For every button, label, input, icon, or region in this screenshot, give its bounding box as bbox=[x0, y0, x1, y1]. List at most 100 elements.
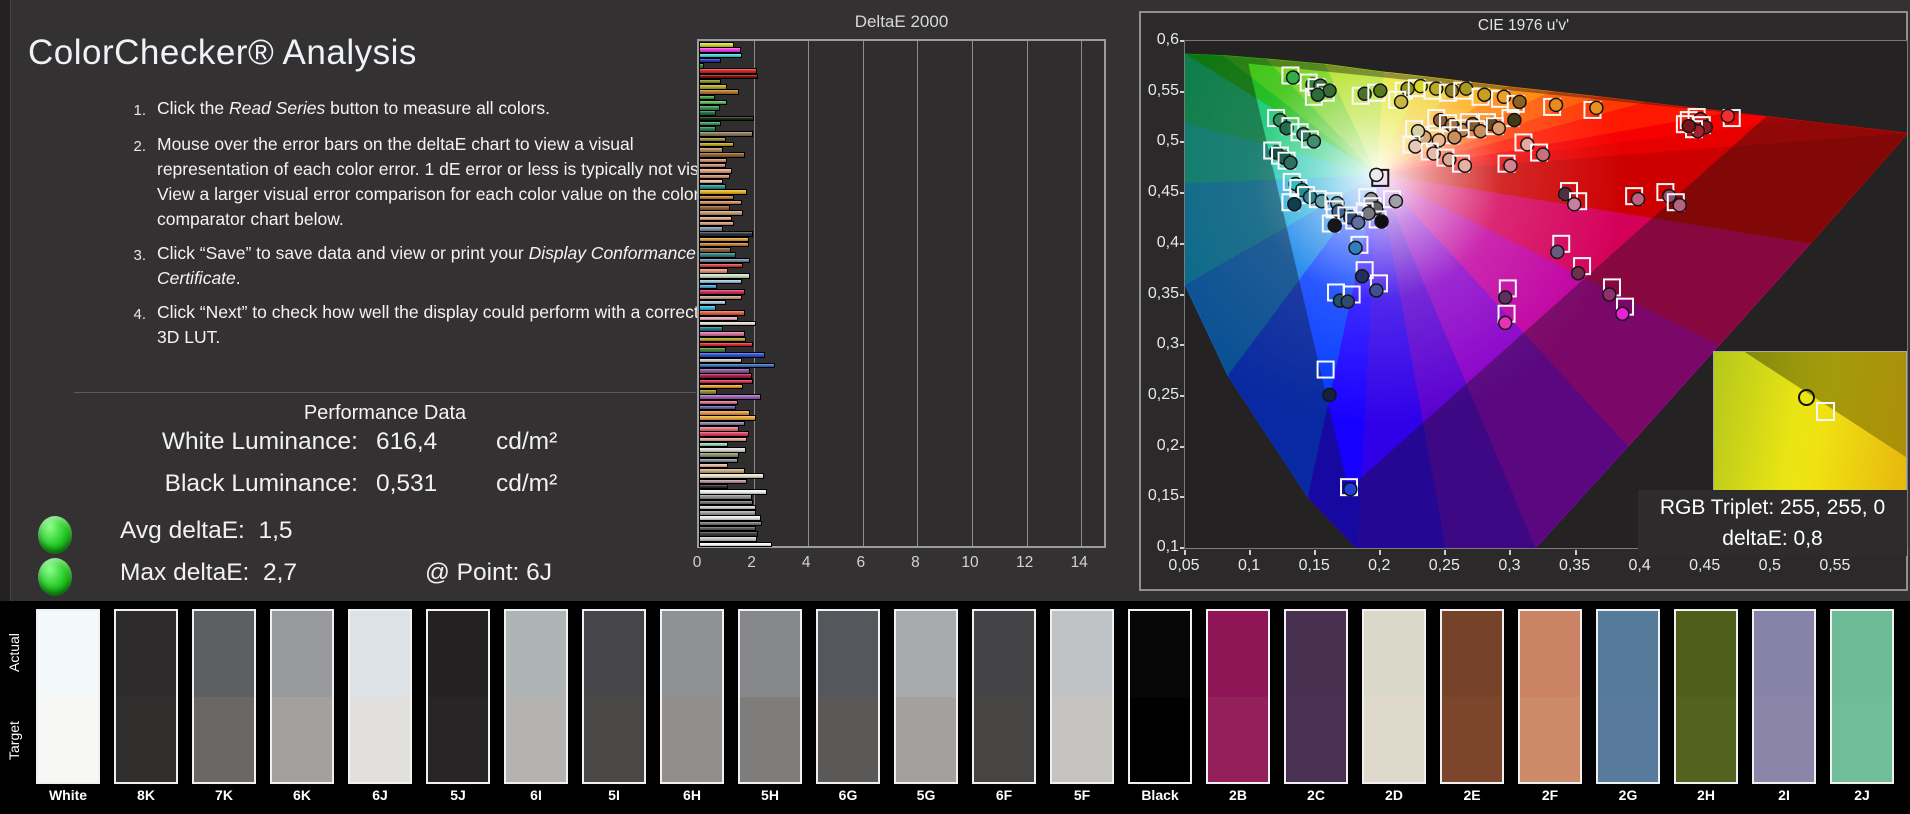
cie-y-tick-label: 0,55 bbox=[1141, 82, 1179, 100]
swatch-actual bbox=[1598, 611, 1658, 697]
comparator-swatch-2D[interactable] bbox=[1362, 609, 1426, 784]
cie-x-tick-label: 0,15 bbox=[1288, 557, 1340, 575]
comparator-swatch-2C[interactable] bbox=[1284, 609, 1348, 784]
measured-circle-marker bbox=[1568, 198, 1581, 211]
swatch-actual bbox=[428, 611, 488, 697]
comparator-swatch-5H[interactable] bbox=[738, 609, 802, 784]
cie-x-tick-mark bbox=[1509, 550, 1511, 555]
black-luminance-row: Black Luminance: 0,531 cd/m² bbox=[0, 470, 557, 498]
swatch-target bbox=[1676, 697, 1736, 783]
comparator-swatch-6I[interactable] bbox=[504, 609, 568, 784]
comparator-swatch-White[interactable] bbox=[36, 609, 100, 784]
measured-circle-marker bbox=[1460, 82, 1473, 95]
swatch-actual bbox=[1520, 611, 1580, 697]
cie-chart-panel: CIE 1976 u'v' 0,60,550,50,450,40,350,30,… bbox=[1139, 11, 1908, 591]
cie-y-tick-label: 0,5 bbox=[1141, 132, 1179, 150]
measured-circle-marker bbox=[1616, 307, 1629, 320]
measured-circle-marker bbox=[1374, 84, 1387, 97]
comparator-swatch-2B[interactable] bbox=[1206, 609, 1270, 784]
comparator-swatch-2F[interactable] bbox=[1518, 609, 1582, 784]
swatch-label: 7K bbox=[192, 787, 256, 803]
instruction-text: Click the Read Series button to measure … bbox=[157, 96, 550, 123]
deltae-x-tick-label: 14 bbox=[1064, 554, 1094, 572]
swatch-actual bbox=[1754, 611, 1814, 697]
swatch-label: 5G bbox=[894, 787, 958, 803]
comparator-swatch-Black[interactable] bbox=[1128, 609, 1192, 784]
cie-x-tick-label: 0,05 bbox=[1158, 557, 1210, 575]
gridline bbox=[863, 41, 864, 546]
white-luminance-value: 616,4 bbox=[358, 428, 496, 456]
measured-circle-marker bbox=[1287, 71, 1300, 84]
deltae-x-tick-label: 2 bbox=[737, 554, 767, 572]
instruction-number: 2. bbox=[126, 132, 146, 232]
comparator-swatch-7K[interactable] bbox=[192, 609, 256, 784]
measured-circle-marker bbox=[1375, 215, 1388, 228]
measured-circle-marker bbox=[1356, 270, 1369, 283]
cie-x-tick-label: 0,5 bbox=[1744, 557, 1796, 575]
comparator-swatch-5J[interactable] bbox=[426, 609, 490, 784]
comparator-swatch-2H[interactable] bbox=[1674, 609, 1738, 784]
measured-circle-marker bbox=[1572, 267, 1585, 280]
comparator-swatch-6J[interactable] bbox=[348, 609, 412, 784]
measured-circle-marker bbox=[1432, 134, 1445, 147]
swatch-actual bbox=[272, 611, 332, 697]
cie-y-tick-label: 0,15 bbox=[1141, 487, 1179, 505]
comparator-swatch-5I[interactable] bbox=[582, 609, 646, 784]
inset-gamut-shade bbox=[1714, 352, 1906, 494]
deltae-bar[interactable] bbox=[699, 542, 772, 548]
swatch-label: 5F bbox=[1050, 787, 1114, 803]
comparator-swatch-6G[interactable] bbox=[816, 609, 880, 784]
comparator-swatch-2G[interactable] bbox=[1596, 609, 1660, 784]
cie-x-tick-label: 0,45 bbox=[1679, 557, 1731, 575]
comparator-swatch-2E[interactable] bbox=[1440, 609, 1504, 784]
swatch-target bbox=[584, 697, 644, 783]
at-point-value: 6J bbox=[526, 559, 552, 586]
max-deltae-value: 2,7 bbox=[263, 559, 297, 586]
avg-deltae-label: Avg deltaE: bbox=[120, 517, 245, 544]
instruction-item-3: 3.Click “Save” to save data and view or … bbox=[126, 241, 740, 291]
swatch-target bbox=[818, 697, 878, 783]
tooltip-deltae: deltaE: 0,8 bbox=[1638, 523, 1907, 554]
swatch-target bbox=[38, 697, 98, 783]
cie-y-tick-label: 0,2 bbox=[1141, 437, 1179, 455]
swatch-label: 5H bbox=[738, 787, 802, 803]
deltae-chart-plot[interactable] bbox=[697, 39, 1106, 548]
measured-circle-marker bbox=[1682, 120, 1695, 133]
comparator-swatch-5F[interactable] bbox=[1050, 609, 1114, 784]
cie-y-tick-mark bbox=[1180, 446, 1184, 448]
cie-y-tick-label: 0,35 bbox=[1141, 285, 1179, 303]
avg-deltae-row: Avg deltaE: 1,5 bbox=[120, 517, 293, 545]
comparator-swatch-2J[interactable] bbox=[1830, 609, 1894, 784]
measured-circle-marker bbox=[1551, 245, 1564, 258]
measured-circle-marker bbox=[1344, 483, 1357, 496]
cie-x-tick-mark bbox=[1314, 550, 1316, 555]
cie-y-tick-label: 0,3 bbox=[1141, 335, 1179, 353]
comparator-swatch-2I[interactable] bbox=[1752, 609, 1816, 784]
cie-y-tick-label: 0,6 bbox=[1141, 31, 1179, 49]
measured-circle-marker bbox=[1492, 122, 1505, 135]
comparator-swatch-8K[interactable] bbox=[114, 609, 178, 784]
comparator-swatch-6F[interactable] bbox=[972, 609, 1036, 784]
swatch-label: 5J bbox=[426, 787, 490, 803]
cie-x-tick-label: 0,55 bbox=[1809, 557, 1861, 575]
measured-circle-marker bbox=[1323, 388, 1336, 401]
swatch-target bbox=[740, 697, 800, 783]
measured-circle-marker bbox=[1284, 156, 1297, 169]
swatch-label: 6G bbox=[816, 787, 880, 803]
swatch-label: 2B bbox=[1206, 787, 1270, 803]
measured-circle-marker bbox=[1590, 101, 1603, 114]
measured-circle-marker bbox=[1536, 148, 1549, 161]
comparator-swatch-6K[interactable] bbox=[270, 609, 334, 784]
swatch-actual bbox=[974, 611, 1034, 697]
swatch-target bbox=[1832, 697, 1892, 783]
max-deltae-at-point: @ Point: 6J bbox=[425, 559, 552, 587]
swatch-target bbox=[1286, 697, 1346, 783]
comparator-swatch-5G[interactable] bbox=[894, 609, 958, 784]
swatch-label: White bbox=[36, 787, 100, 803]
measured-circle-marker bbox=[1409, 140, 1422, 153]
swatch-label: 2E bbox=[1440, 787, 1504, 803]
measured-circle-marker bbox=[1504, 159, 1517, 172]
swatch-actual bbox=[1442, 611, 1502, 697]
comparator-swatch-6H[interactable] bbox=[660, 609, 724, 784]
page-title: ColorChecker® Analysis bbox=[28, 33, 417, 73]
